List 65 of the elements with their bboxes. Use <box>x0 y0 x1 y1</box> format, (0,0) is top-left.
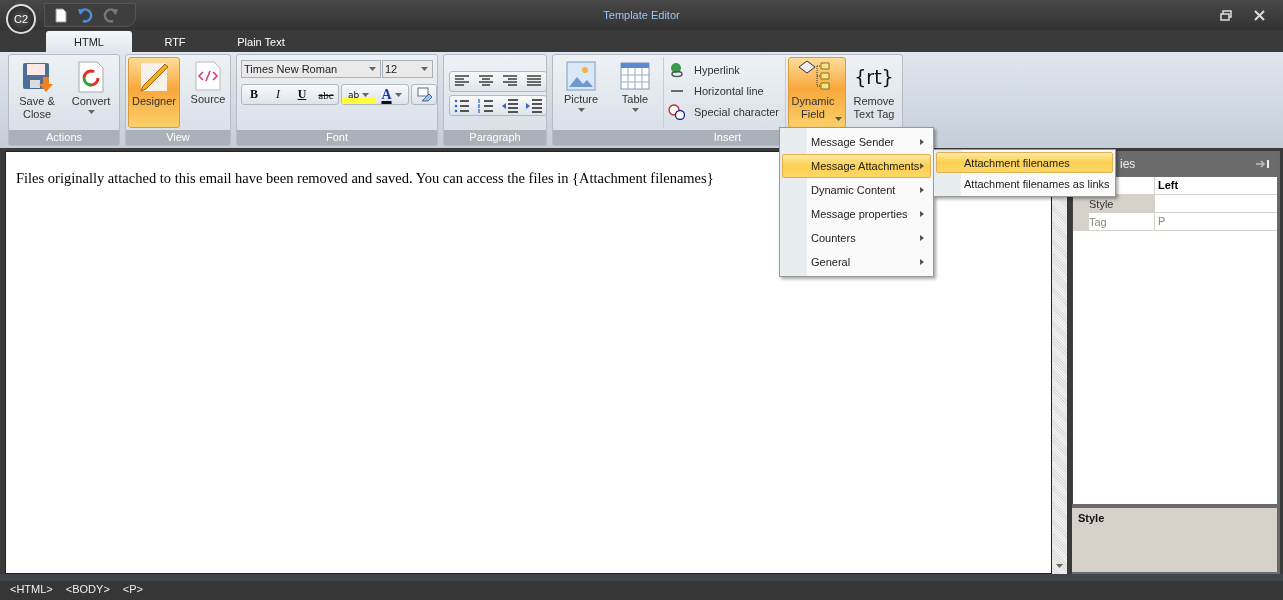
group-label: Paragraph <box>444 130 546 145</box>
app-logo[interactable]: C2 <box>6 4 36 34</box>
description-title: Style <box>1078 512 1105 524</box>
format-button[interactable]: U <box>290 85 314 104</box>
submenu-arrow-icon <box>920 235 924 241</box>
ribbon-tab[interactable]: RTF <box>132 31 218 52</box>
new-document-icon[interactable] <box>55 7 67 23</box>
insert-option[interactable]: Hyperlink <box>668 61 779 79</box>
menu-item[interactable]: Message properties <box>782 202 931 226</box>
ribbon-button[interactable]: Save & Close <box>11 57 63 128</box>
group-label: View <box>126 130 230 145</box>
ribbon-button[interactable]: Picture <box>555 57 607 128</box>
window-title: Template Editor <box>603 9 680 21</box>
ribbon-tab[interactable]: HTML <box>46 31 132 52</box>
restore-icon[interactable] <box>1220 9 1232 21</box>
format-button[interactable]: I <box>266 85 290 104</box>
submenu-arrow-icon <box>920 259 924 265</box>
font-name-dropdown[interactable]: Times New Roman <box>241 60 381 78</box>
format-button[interactable]: abc <box>314 85 338 104</box>
submenu-arrow-icon <box>920 187 924 193</box>
caret-icon <box>835 117 843 121</box>
element-tag[interactable]: <BODY> <box>65 583 110 595</box>
remove-text-tag-button[interactable]: {rt} Remove Text Tag <box>848 57 900 128</box>
element-tag[interactable]: <P> <box>122 583 143 595</box>
ribbon-button[interactable]: Designer <box>128 57 180 128</box>
caret-icon <box>394 92 402 97</box>
pencil-icon <box>137 61 171 93</box>
close-icon[interactable] <box>1254 9 1265 21</box>
table-icon <box>620 61 650 91</box>
undo-icon[interactable] <box>77 7 93 23</box>
ribbon-button[interactable]: Source <box>182 57 234 128</box>
property-row[interactable]: Tag P <box>1073 213 1277 231</box>
font-color-button[interactable]: A <box>375 85 408 104</box>
dynamic-field-button[interactable]: Dynamic Field <box>788 57 846 128</box>
insert-option[interactable]: Special character <box>668 103 779 121</box>
ribbon-tab[interactable]: Plain Text <box>218 31 304 52</box>
element-tag[interactable]: <HTML> <box>10 583 53 595</box>
panel-title: ies <box>1120 157 1136 171</box>
code-file-icon <box>195 61 221 91</box>
group-label: Font <box>237 130 437 145</box>
ribbon-button[interactable]: Convert <box>65 57 117 128</box>
submenu-arrow-icon <box>920 211 924 217</box>
scroll-down-icon[interactable] <box>1056 564 1063 568</box>
caret-icon <box>369 67 376 71</box>
menu-item[interactable]: Message Attachments <box>782 154 931 178</box>
menu-item[interactable]: General <box>782 250 931 274</box>
format-button[interactable]: B <box>242 85 266 104</box>
caret-icon <box>362 92 370 97</box>
redo-icon[interactable] <box>103 7 119 23</box>
submenu-arrow-icon <box>920 139 924 145</box>
menu-item[interactable]: Counters <box>782 226 931 250</box>
ribbon-button[interactable]: Table <box>609 57 661 128</box>
menu-item[interactable]: Attachment filenames <box>936 152 1113 173</box>
insert-option[interactable]: Horizontal line <box>668 82 779 100</box>
floppy-disk-icon <box>21 61 53 93</box>
caret-icon <box>421 67 428 71</box>
horizontal-line-icon <box>671 90 683 92</box>
pin-icon[interactable] <box>1255 159 1271 169</box>
convert-icon <box>77 61 105 93</box>
font-size-dropdown[interactable]: 12 <box>382 60 433 78</box>
body-text: Files originally attached to this email have been removed and saved. You can access the files in {Attachment filenames} <box>16 170 714 187</box>
group-label: Actions <box>9 130 119 145</box>
menu-item[interactable]: Dynamic Content <box>782 178 931 202</box>
submenu-arrow-icon <box>920 163 924 169</box>
picture-icon <box>566 61 596 91</box>
